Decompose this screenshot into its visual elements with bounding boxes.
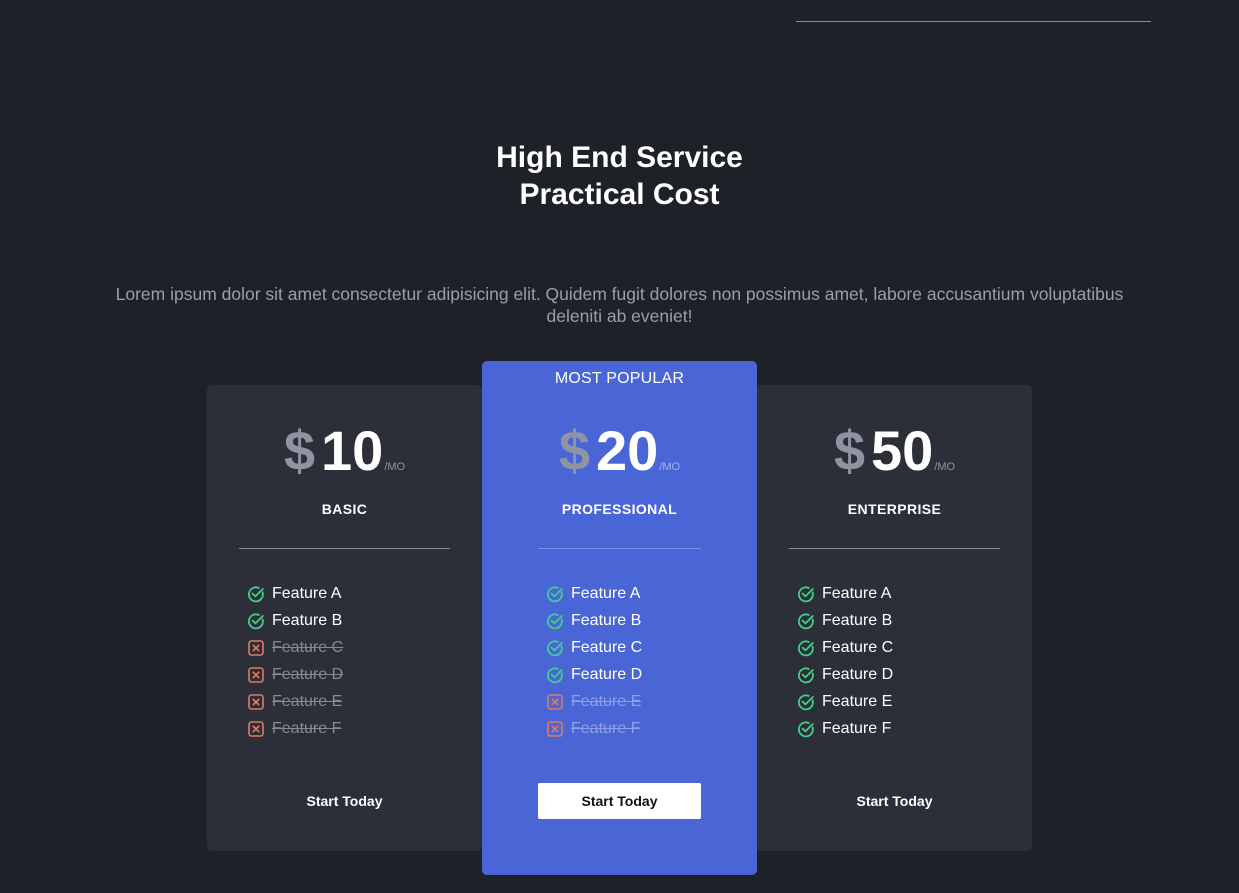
feature-label: Feature B <box>822 611 893 629</box>
feature-item: Feature C <box>797 634 893 661</box>
x-square-icon <box>547 693 563 710</box>
feature-label: Feature D <box>822 665 894 683</box>
x-square-icon <box>248 693 264 710</box>
feature-label: Feature F <box>571 719 641 737</box>
start-today-button[interactable]: Start Today <box>538 783 701 819</box>
feature-item: Feature F <box>797 715 893 742</box>
plan-name: ENTERPRISE <box>847 501 942 517</box>
check-circle-icon <box>547 586 563 602</box>
page-title: High End Service Practical Cost <box>0 139 1239 213</box>
feature-item: Feature B <box>546 607 642 634</box>
feature-item: Feature F <box>247 715 343 742</box>
title-line-1: High End Service <box>496 141 743 174</box>
price-amount: 50 <box>871 419 934 482</box>
feature-label: Feature E <box>272 692 343 710</box>
price-amount: 10 <box>321 419 384 482</box>
price: $50/MO <box>757 421 1032 481</box>
start-today-button[interactable]: Start Today <box>263 783 426 819</box>
feature-label: Feature C <box>822 638 894 656</box>
price: $10/MO <box>207 421 482 481</box>
feature-list: Feature A Feature B Feature C Feature D Feat… <box>797 580 893 742</box>
feature-item: Feature B <box>247 607 343 634</box>
currency-symbol: $ <box>283 419 316 482</box>
check-circle-icon <box>798 613 814 629</box>
most-popular-badge: MOST POPULAR <box>554 370 685 387</box>
feature-label: Feature A <box>571 584 641 602</box>
feature-list: Feature A Feature B Feature C Feature D Feat… <box>247 580 343 742</box>
feature-label: Feature B <box>272 611 343 629</box>
x-square-icon <box>547 720 563 737</box>
feature-item: Feature C <box>546 634 642 661</box>
feature-label: Feature B <box>571 611 642 629</box>
plan-divider <box>538 548 701 549</box>
feature-item: Feature D <box>546 661 642 688</box>
feature-item: Feature D <box>247 661 343 688</box>
feature-label: Feature F <box>272 719 342 737</box>
feature-label: Feature D <box>571 665 643 683</box>
price-amount: 20 <box>596 419 659 482</box>
feature-item: Feature A <box>546 580 642 607</box>
plan-divider <box>789 548 1000 549</box>
feature-label: Feature D <box>272 665 344 683</box>
check-circle-icon <box>798 721 814 737</box>
check-circle-icon <box>248 586 264 602</box>
currency-symbol: $ <box>833 419 866 482</box>
price: $20/MO <box>482 421 757 481</box>
feature-label: Feature C <box>272 638 344 656</box>
feature-item: Feature F <box>546 715 642 742</box>
check-circle-icon <box>798 694 814 710</box>
feature-item: Feature A <box>797 580 893 607</box>
check-circle-icon <box>798 586 814 602</box>
feature-label: Feature A <box>272 584 342 602</box>
feature-label: Feature E <box>822 692 893 710</box>
check-circle-icon <box>248 613 264 629</box>
pricing-page: High End Service Practical Cost Lorem ip… <box>0 0 1239 893</box>
feature-item: Feature E <box>247 688 343 715</box>
feature-item: Feature C <box>247 634 343 661</box>
x-square-icon <box>248 639 264 656</box>
feature-label: Feature F <box>822 719 892 737</box>
start-today-button[interactable]: Start Today <box>813 783 976 819</box>
price-period: /MO <box>384 461 406 473</box>
title-line-2: Practical Cost <box>519 178 720 211</box>
x-square-icon <box>248 720 264 737</box>
check-circle-icon <box>547 613 563 629</box>
plan-name: BASIC <box>321 501 368 517</box>
feature-list: Feature A Feature B Feature C Feature D Feat… <box>546 580 642 742</box>
feature-item: Feature A <box>247 580 343 607</box>
feature-item: Feature E <box>797 688 893 715</box>
check-circle-icon <box>798 640 814 656</box>
check-circle-icon <box>798 667 814 683</box>
plan-card-professional: MOST POPULAR $20/MO PROFESSIONAL Feature… <box>482 361 757 875</box>
feature-item: Feature D <box>797 661 893 688</box>
plan-divider <box>239 548 450 549</box>
feature-item: Feature E <box>546 688 642 715</box>
top-divider <box>796 21 1151 22</box>
feature-item: Feature B <box>797 607 893 634</box>
feature-label: Feature C <box>571 638 643 656</box>
plan-card-basic: $10/MO BASIC Feature A Feature B Feature C… <box>207 385 482 851</box>
currency-symbol: $ <box>558 419 591 482</box>
plan-name: PROFESSIONAL <box>561 501 678 517</box>
check-circle-icon <box>547 667 563 683</box>
price-period: /MO <box>659 461 681 473</box>
intro-text: Lorem ipsum dolor sit amet consectetur a… <box>115 284 1124 326</box>
check-circle-icon <box>547 640 563 656</box>
x-square-icon <box>248 666 264 683</box>
feature-label: Feature E <box>571 692 642 710</box>
plan-card-enterprise: $50/MO ENTERPRISE Feature A Feature B Feat… <box>757 385 1032 851</box>
feature-label: Feature A <box>822 584 892 602</box>
price-period: /MO <box>934 461 956 473</box>
